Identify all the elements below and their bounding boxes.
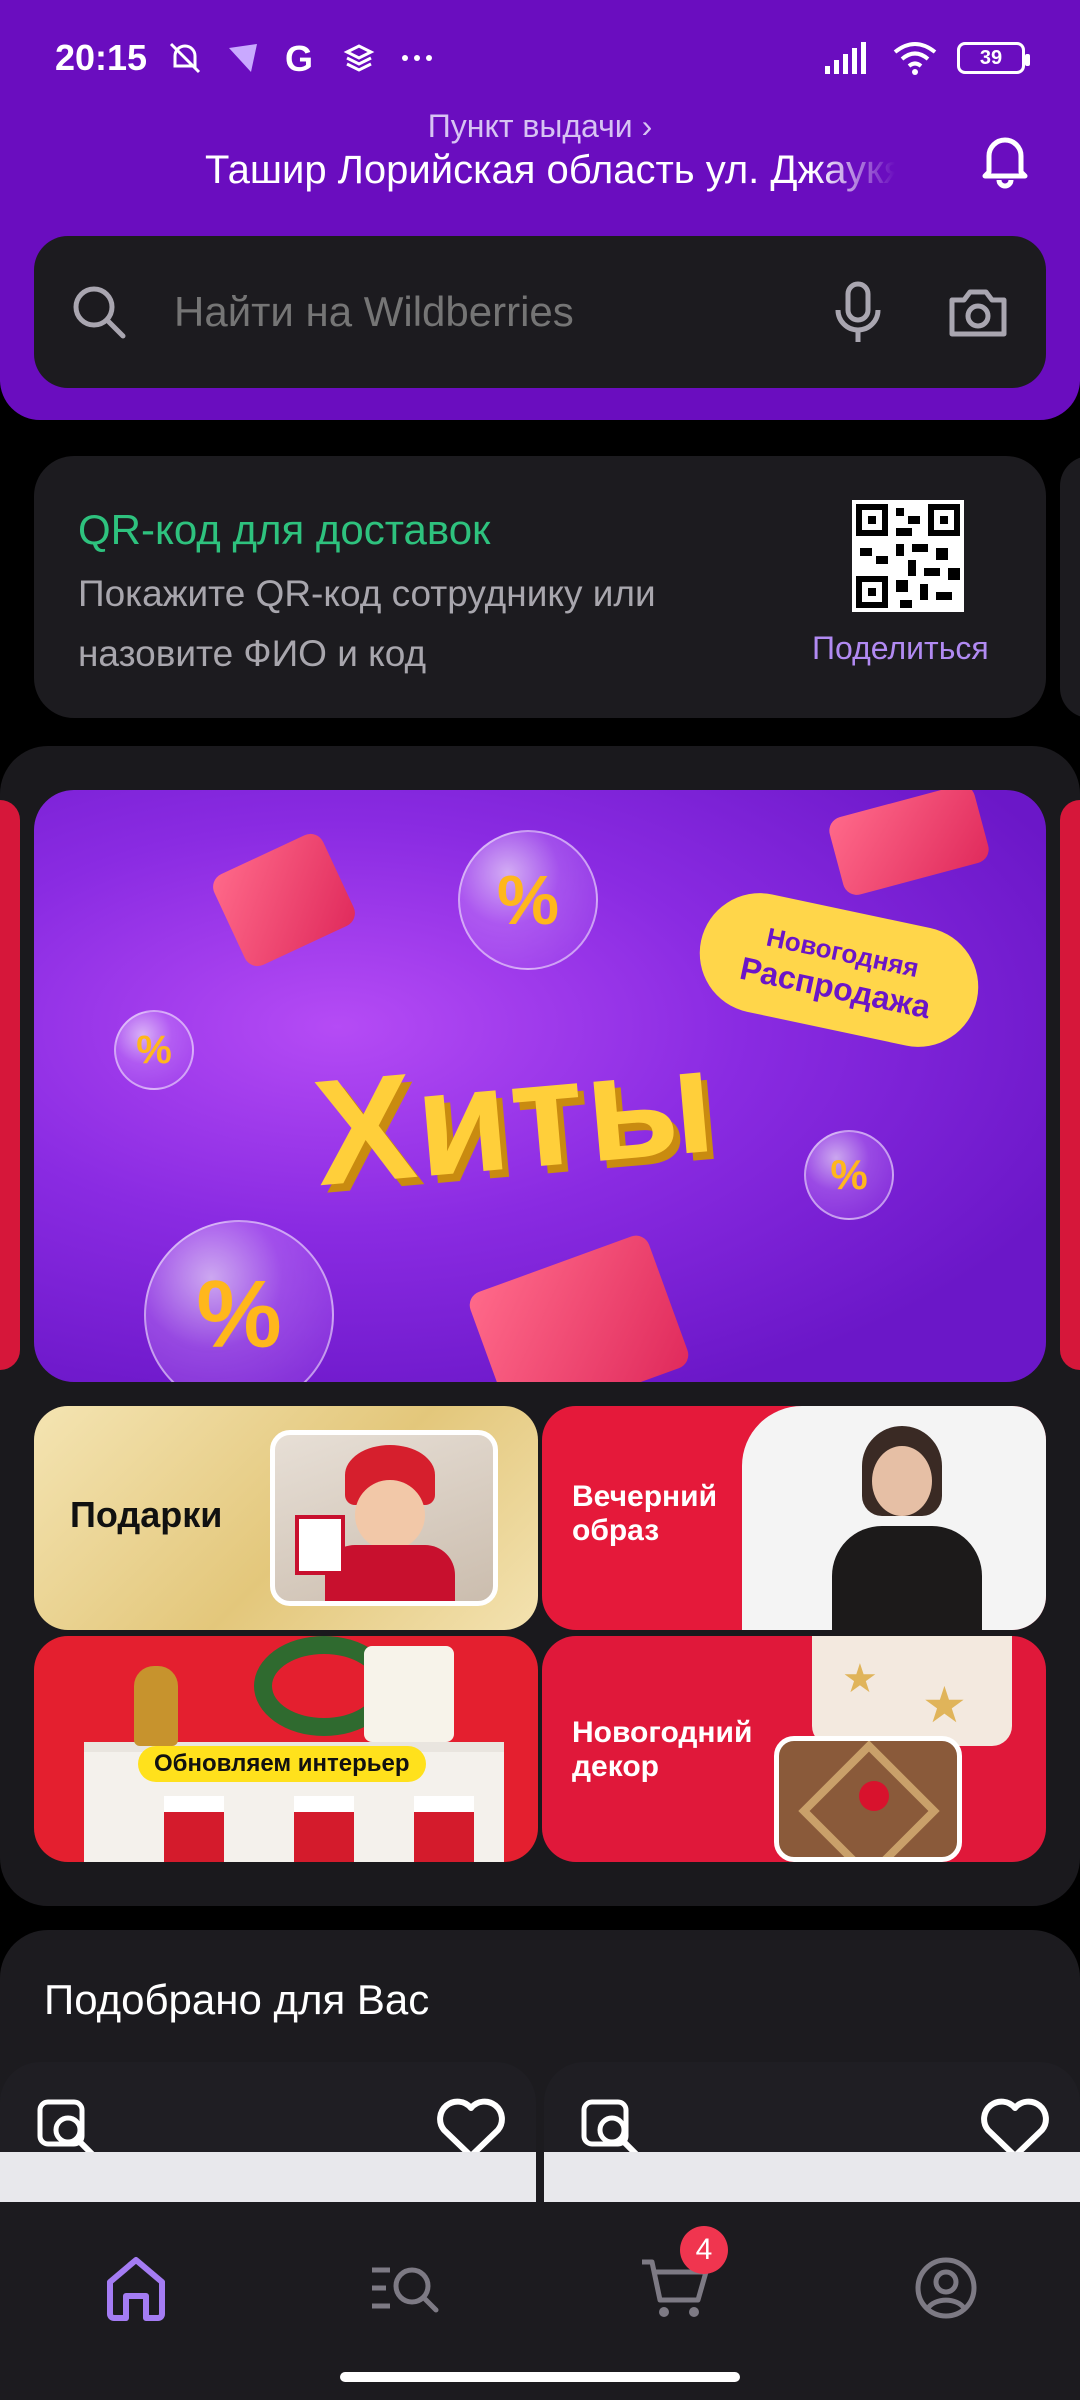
shopping-bag-decor	[826, 790, 992, 899]
tile-new-year-decor[interactable]: ★ ★ Новогодний декор	[542, 1636, 1046, 1862]
prev-banner-peek[interactable]	[0, 800, 20, 1370]
svg-text:G: G	[285, 38, 313, 78]
cart-count-badge: 4	[680, 2226, 728, 2274]
next-card-peek[interactable]	[1060, 456, 1080, 718]
shopping-bag-decor	[465, 1231, 693, 1382]
camera-icon[interactable]	[946, 284, 1010, 340]
qr-card-title: QR-код для доставок	[78, 506, 491, 553]
percent-ornament-decor: %	[114, 1010, 194, 1090]
decor-box-photo	[774, 1736, 962, 1862]
shopping-bag-decor	[208, 829, 360, 971]
new-year-sale-badge: Новогодняя Распродажа	[688, 881, 990, 1059]
home-icon[interactable]	[96, 2248, 176, 2328]
next-banner-peek[interactable]	[1060, 800, 1080, 1370]
bell-off-icon	[170, 42, 201, 74]
percent-ornament-decor: %	[804, 1130, 894, 1220]
product-image-placeholder	[0, 2152, 536, 2202]
similar-search-icon[interactable]	[580, 2098, 642, 2160]
microphone-icon[interactable]	[830, 280, 886, 344]
tile-interior[interactable]: Обновляем интерьер	[34, 1636, 538, 1862]
qr-card-description: Покажите QR-код сотруднику или назовите …	[78, 573, 656, 674]
tile-gifts-label: Подарки	[70, 1494, 223, 1535]
hero-banner[interactable]: % % % % Новогодняя Распродажа Хиты	[34, 790, 1046, 1382]
qr-share-link[interactable]: Поделиться	[812, 630, 989, 667]
qr-code-icon[interactable]	[852, 500, 964, 612]
favorite-heart-icon[interactable]	[980, 2098, 1050, 2160]
status-bar: 20:15 G 39	[55, 28, 1030, 88]
stocking-decor	[164, 1796, 224, 1862]
tile-evening-look-label: Вечерний образ	[572, 1480, 718, 1547]
search-icon	[73, 286, 126, 339]
similar-search-icon[interactable]	[36, 2098, 98, 2160]
tile-new-year-decor-label: Новогодний декор	[572, 1716, 753, 1783]
favorite-heart-icon[interactable]	[436, 2098, 506, 2160]
evening-look-photo	[742, 1406, 1046, 1630]
product-image-placeholder	[544, 2152, 1080, 2202]
profile-icon[interactable]	[906, 2248, 986, 2328]
qr-delivery-card[interactable]: QR-код для доставок Покажите QR-код сотр…	[34, 456, 1046, 718]
recommendations-title: Подобрано для Вас	[44, 1976, 430, 2023]
vase-decor	[134, 1666, 178, 1746]
vpn-shield-icon	[229, 44, 258, 72]
search-bar[interactable]	[34, 236, 1046, 388]
percent-ornament-decor: %	[458, 830, 598, 970]
product-card[interactable]	[0, 2062, 536, 2202]
decor-stars-photo: ★ ★	[812, 1636, 1012, 1746]
gifts-photo	[270, 1430, 498, 1606]
pickup-point-address[interactable]: Ташир Лорийская область ул. Джаукян	[205, 148, 895, 193]
header: 20:15 G 39 Пункт выдачи › Ташир Лорийска…	[0, 0, 1080, 420]
percent-ornament-decor: %	[144, 1220, 334, 1382]
tile-evening-look[interactable]: Вечерний образ	[542, 1406, 1046, 1630]
home-indicator[interactable]	[340, 2372, 740, 2382]
pickup-point-label[interactable]: Пункт выдачи ›	[0, 108, 1080, 145]
battery-level: 39	[979, 46, 1003, 69]
status-left: 20:15 G	[55, 37, 437, 79]
tile-gifts[interactable]: Подарки	[34, 1406, 538, 1630]
stocking-decor	[414, 1796, 474, 1862]
battery-icon: 39	[957, 42, 1030, 74]
signal-icon	[825, 42, 866, 74]
candles-decor	[364, 1646, 454, 1742]
wifi-icon	[893, 42, 937, 75]
status-right: 39	[823, 38, 1030, 78]
tile-interior-label: Обновляем интерьер	[138, 1746, 426, 1782]
product-card[interactable]	[544, 2062, 1080, 2202]
layers-icon	[343, 44, 375, 72]
hero-title: Хиты	[307, 1014, 723, 1218]
stocking-decor	[294, 1796, 354, 1862]
status-time: 20:15	[55, 37, 148, 78]
notifications-bell-icon[interactable]	[975, 130, 1035, 190]
search-input[interactable]	[174, 288, 830, 336]
google-icon: G	[285, 38, 313, 78]
catalog-search-icon[interactable]	[366, 2248, 446, 2328]
more-dots-icon	[402, 55, 433, 61]
